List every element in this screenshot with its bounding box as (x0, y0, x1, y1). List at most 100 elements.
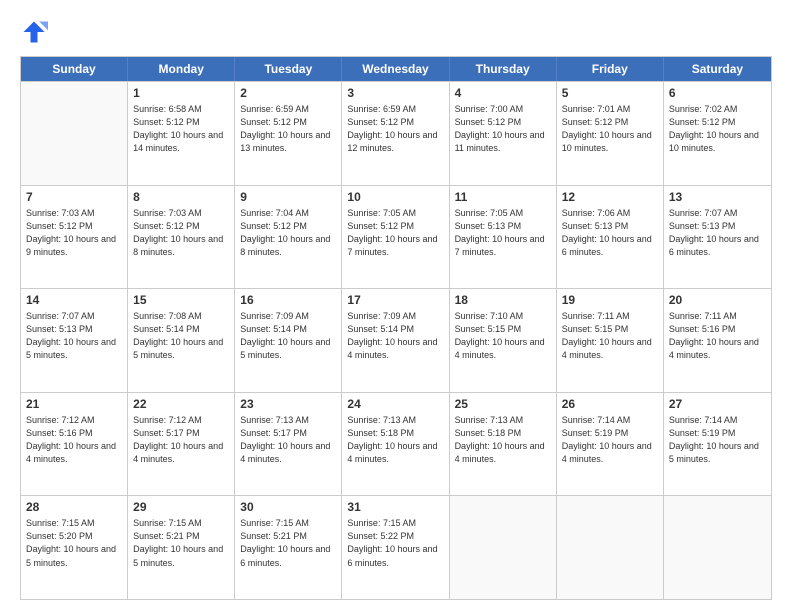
sun-info: Sunrise: 7:05 AMSunset: 5:12 PMDaylight:… (347, 207, 443, 259)
sun-info: Sunrise: 7:15 AMSunset: 5:21 PMDaylight:… (240, 517, 336, 569)
day-number: 2 (240, 86, 336, 100)
calendar-cell: 15 Sunrise: 7:08 AMSunset: 5:14 PMDayligh… (128, 289, 235, 392)
weekday-header: Wednesday (342, 57, 449, 81)
calendar-header: SundayMondayTuesdayWednesdayThursdayFrid… (21, 57, 771, 81)
calendar-cell: 8 Sunrise: 7:03 AMSunset: 5:12 PMDaylight… (128, 186, 235, 289)
calendar-cell: 9 Sunrise: 7:04 AMSunset: 5:12 PMDaylight… (235, 186, 342, 289)
day-number: 12 (562, 190, 658, 204)
weekday-header: Thursday (450, 57, 557, 81)
calendar-cell: 24 Sunrise: 7:13 AMSunset: 5:18 PMDayligh… (342, 393, 449, 496)
calendar-cell: 4 Sunrise: 7:00 AMSunset: 5:12 PMDaylight… (450, 82, 557, 185)
weekday-header: Saturday (664, 57, 771, 81)
sun-info: Sunrise: 7:06 AMSunset: 5:13 PMDaylight:… (562, 207, 658, 259)
day-number: 19 (562, 293, 658, 307)
calendar-cell: 13 Sunrise: 7:07 AMSunset: 5:13 PMDayligh… (664, 186, 771, 289)
calendar: SundayMondayTuesdayWednesdayThursdayFrid… (20, 56, 772, 600)
calendar-week: 28 Sunrise: 7:15 AMSunset: 5:20 PMDayligh… (21, 495, 771, 599)
calendar-cell: 20 Sunrise: 7:11 AMSunset: 5:16 PMDayligh… (664, 289, 771, 392)
calendar-week: 21Sunrise: 7:12 AMSunset: 5:16 PMDayligh… (21, 392, 771, 496)
day-number: 25 (455, 397, 551, 411)
calendar-cell: 27 Sunrise: 7:14 AMSunset: 5:19 PMDayligh… (664, 393, 771, 496)
weekday-header: Tuesday (235, 57, 342, 81)
calendar-cell: 18 Sunrise: 7:10 AMSunset: 5:15 PMDayligh… (450, 289, 557, 392)
sun-info: Sunrise: 7:13 AMSunset: 5:17 PMDaylight:… (240, 414, 336, 466)
day-number: 11 (455, 190, 551, 204)
calendar-cell: 3Sunrise: 6:59 AMSunset: 5:12 PMDaylight… (342, 82, 449, 185)
sun-info: Sunrise: 7:11 AMSunset: 5:15 PMDaylight:… (562, 310, 658, 362)
calendar-cell: 7Sunrise: 7:03 AMSunset: 5:12 PMDaylight… (21, 186, 128, 289)
sun-info: Sunrise: 7:07 AMSunset: 5:13 PMDaylight:… (669, 207, 766, 259)
calendar-cell (557, 496, 664, 599)
calendar-cell: 12 Sunrise: 7:06 AMSunset: 5:13 PMDayligh… (557, 186, 664, 289)
day-number: 1 (133, 86, 229, 100)
calendar-cell (21, 82, 128, 185)
calendar-page: SundayMondayTuesdayWednesdayThursdayFrid… (0, 0, 792, 612)
day-number: 3 (347, 86, 443, 100)
sun-info: Sunrise: 6:58 AMSunset: 5:12 PMDaylight:… (133, 103, 229, 155)
logo-icon (20, 18, 48, 46)
day-number: 28 (26, 500, 122, 514)
day-number: 6 (669, 86, 766, 100)
sun-info: Sunrise: 7:14 AMSunset: 5:19 PMDaylight:… (669, 414, 766, 466)
day-number: 27 (669, 397, 766, 411)
sun-info: Sunrise: 7:02 AMSunset: 5:12 PMDaylight:… (669, 103, 766, 155)
day-number: 10 (347, 190, 443, 204)
sun-info: Sunrise: 7:13 AMSunset: 5:18 PMDaylight:… (455, 414, 551, 466)
calendar-cell: 23Sunrise: 7:13 AMSunset: 5:17 PMDayligh… (235, 393, 342, 496)
day-number: 8 (133, 190, 229, 204)
weekday-header: Monday (128, 57, 235, 81)
calendar-cell: 6 Sunrise: 7:02 AMSunset: 5:12 PMDaylight… (664, 82, 771, 185)
calendar-cell: 16 Sunrise: 7:09 AMSunset: 5:14 PMDayligh… (235, 289, 342, 392)
calendar-week: 7Sunrise: 7:03 AMSunset: 5:12 PMDaylight… (21, 185, 771, 289)
day-number: 17 (347, 293, 443, 307)
sun-info: Sunrise: 7:14 AMSunset: 5:19 PMDaylight:… (562, 414, 658, 466)
calendar-cell (664, 496, 771, 599)
day-number: 20 (669, 293, 766, 307)
day-number: 5 (562, 86, 658, 100)
sun-info: Sunrise: 7:09 AMSunset: 5:14 PMDaylight:… (347, 310, 443, 362)
sun-info: Sunrise: 7:04 AMSunset: 5:12 PMDaylight:… (240, 207, 336, 259)
calendar-body: 1 Sunrise: 6:58 AMSunset: 5:12 PMDaylight… (21, 81, 771, 599)
weekday-header: Sunday (21, 57, 128, 81)
day-number: 9 (240, 190, 336, 204)
day-number: 24 (347, 397, 443, 411)
sun-info: Sunrise: 6:59 AMSunset: 5:12 PMDaylight:… (240, 103, 336, 155)
calendar-cell: 5 Sunrise: 7:01 AMSunset: 5:12 PMDaylight… (557, 82, 664, 185)
sun-info: Sunrise: 7:05 AMSunset: 5:13 PMDaylight:… (455, 207, 551, 259)
calendar-cell: 11 Sunrise: 7:05 AMSunset: 5:13 PMDayligh… (450, 186, 557, 289)
calendar-cell: 28 Sunrise: 7:15 AMSunset: 5:20 PMDayligh… (21, 496, 128, 599)
weekday-header: Friday (557, 57, 664, 81)
calendar-cell: 2 Sunrise: 6:59 AMSunset: 5:12 PMDaylight… (235, 82, 342, 185)
sun-info: Sunrise: 7:11 AMSunset: 5:16 PMDaylight:… (669, 310, 766, 362)
sun-info: Sunrise: 7:15 AMSunset: 5:20 PMDaylight:… (26, 517, 122, 569)
day-number: 14 (26, 293, 122, 307)
day-number: 26 (562, 397, 658, 411)
sun-info: Sunrise: 7:15 AMSunset: 5:22 PMDaylight:… (347, 517, 443, 569)
sun-info: Sunrise: 7:03 AMSunset: 5:12 PMDaylight:… (26, 207, 122, 259)
sun-info: Sunrise: 7:12 AMSunset: 5:17 PMDaylight:… (133, 414, 229, 466)
calendar-cell (450, 496, 557, 599)
calendar-cell: 30Sunrise: 7:15 AMSunset: 5:21 PMDayligh… (235, 496, 342, 599)
calendar-cell: 26 Sunrise: 7:14 AMSunset: 5:19 PMDayligh… (557, 393, 664, 496)
day-number: 16 (240, 293, 336, 307)
calendar-cell: 17 Sunrise: 7:09 AMSunset: 5:14 PMDayligh… (342, 289, 449, 392)
sun-info: Sunrise: 7:09 AMSunset: 5:14 PMDaylight:… (240, 310, 336, 362)
day-number: 4 (455, 86, 551, 100)
calendar-cell: 29Sunrise: 7:15 AMSunset: 5:21 PMDayligh… (128, 496, 235, 599)
sun-info: Sunrise: 7:15 AMSunset: 5:21 PMDaylight:… (133, 517, 229, 569)
sun-info: Sunrise: 7:10 AMSunset: 5:15 PMDaylight:… (455, 310, 551, 362)
header (20, 18, 772, 46)
day-number: 13 (669, 190, 766, 204)
sun-info: Sunrise: 7:13 AMSunset: 5:18 PMDaylight:… (347, 414, 443, 466)
calendar-cell: 31Sunrise: 7:15 AMSunset: 5:22 PMDayligh… (342, 496, 449, 599)
sun-info: Sunrise: 7:08 AMSunset: 5:14 PMDaylight:… (133, 310, 229, 362)
sun-info: Sunrise: 7:00 AMSunset: 5:12 PMDaylight:… (455, 103, 551, 155)
day-number: 18 (455, 293, 551, 307)
calendar-cell: 21Sunrise: 7:12 AMSunset: 5:16 PMDayligh… (21, 393, 128, 496)
sun-info: Sunrise: 7:03 AMSunset: 5:12 PMDaylight:… (133, 207, 229, 259)
sun-info: Sunrise: 7:01 AMSunset: 5:12 PMDaylight:… (562, 103, 658, 155)
sun-info: Sunrise: 7:07 AMSunset: 5:13 PMDaylight:… (26, 310, 122, 362)
day-number: 15 (133, 293, 229, 307)
calendar-cell: 25 Sunrise: 7:13 AMSunset: 5:18 PMDayligh… (450, 393, 557, 496)
logo (20, 18, 52, 46)
